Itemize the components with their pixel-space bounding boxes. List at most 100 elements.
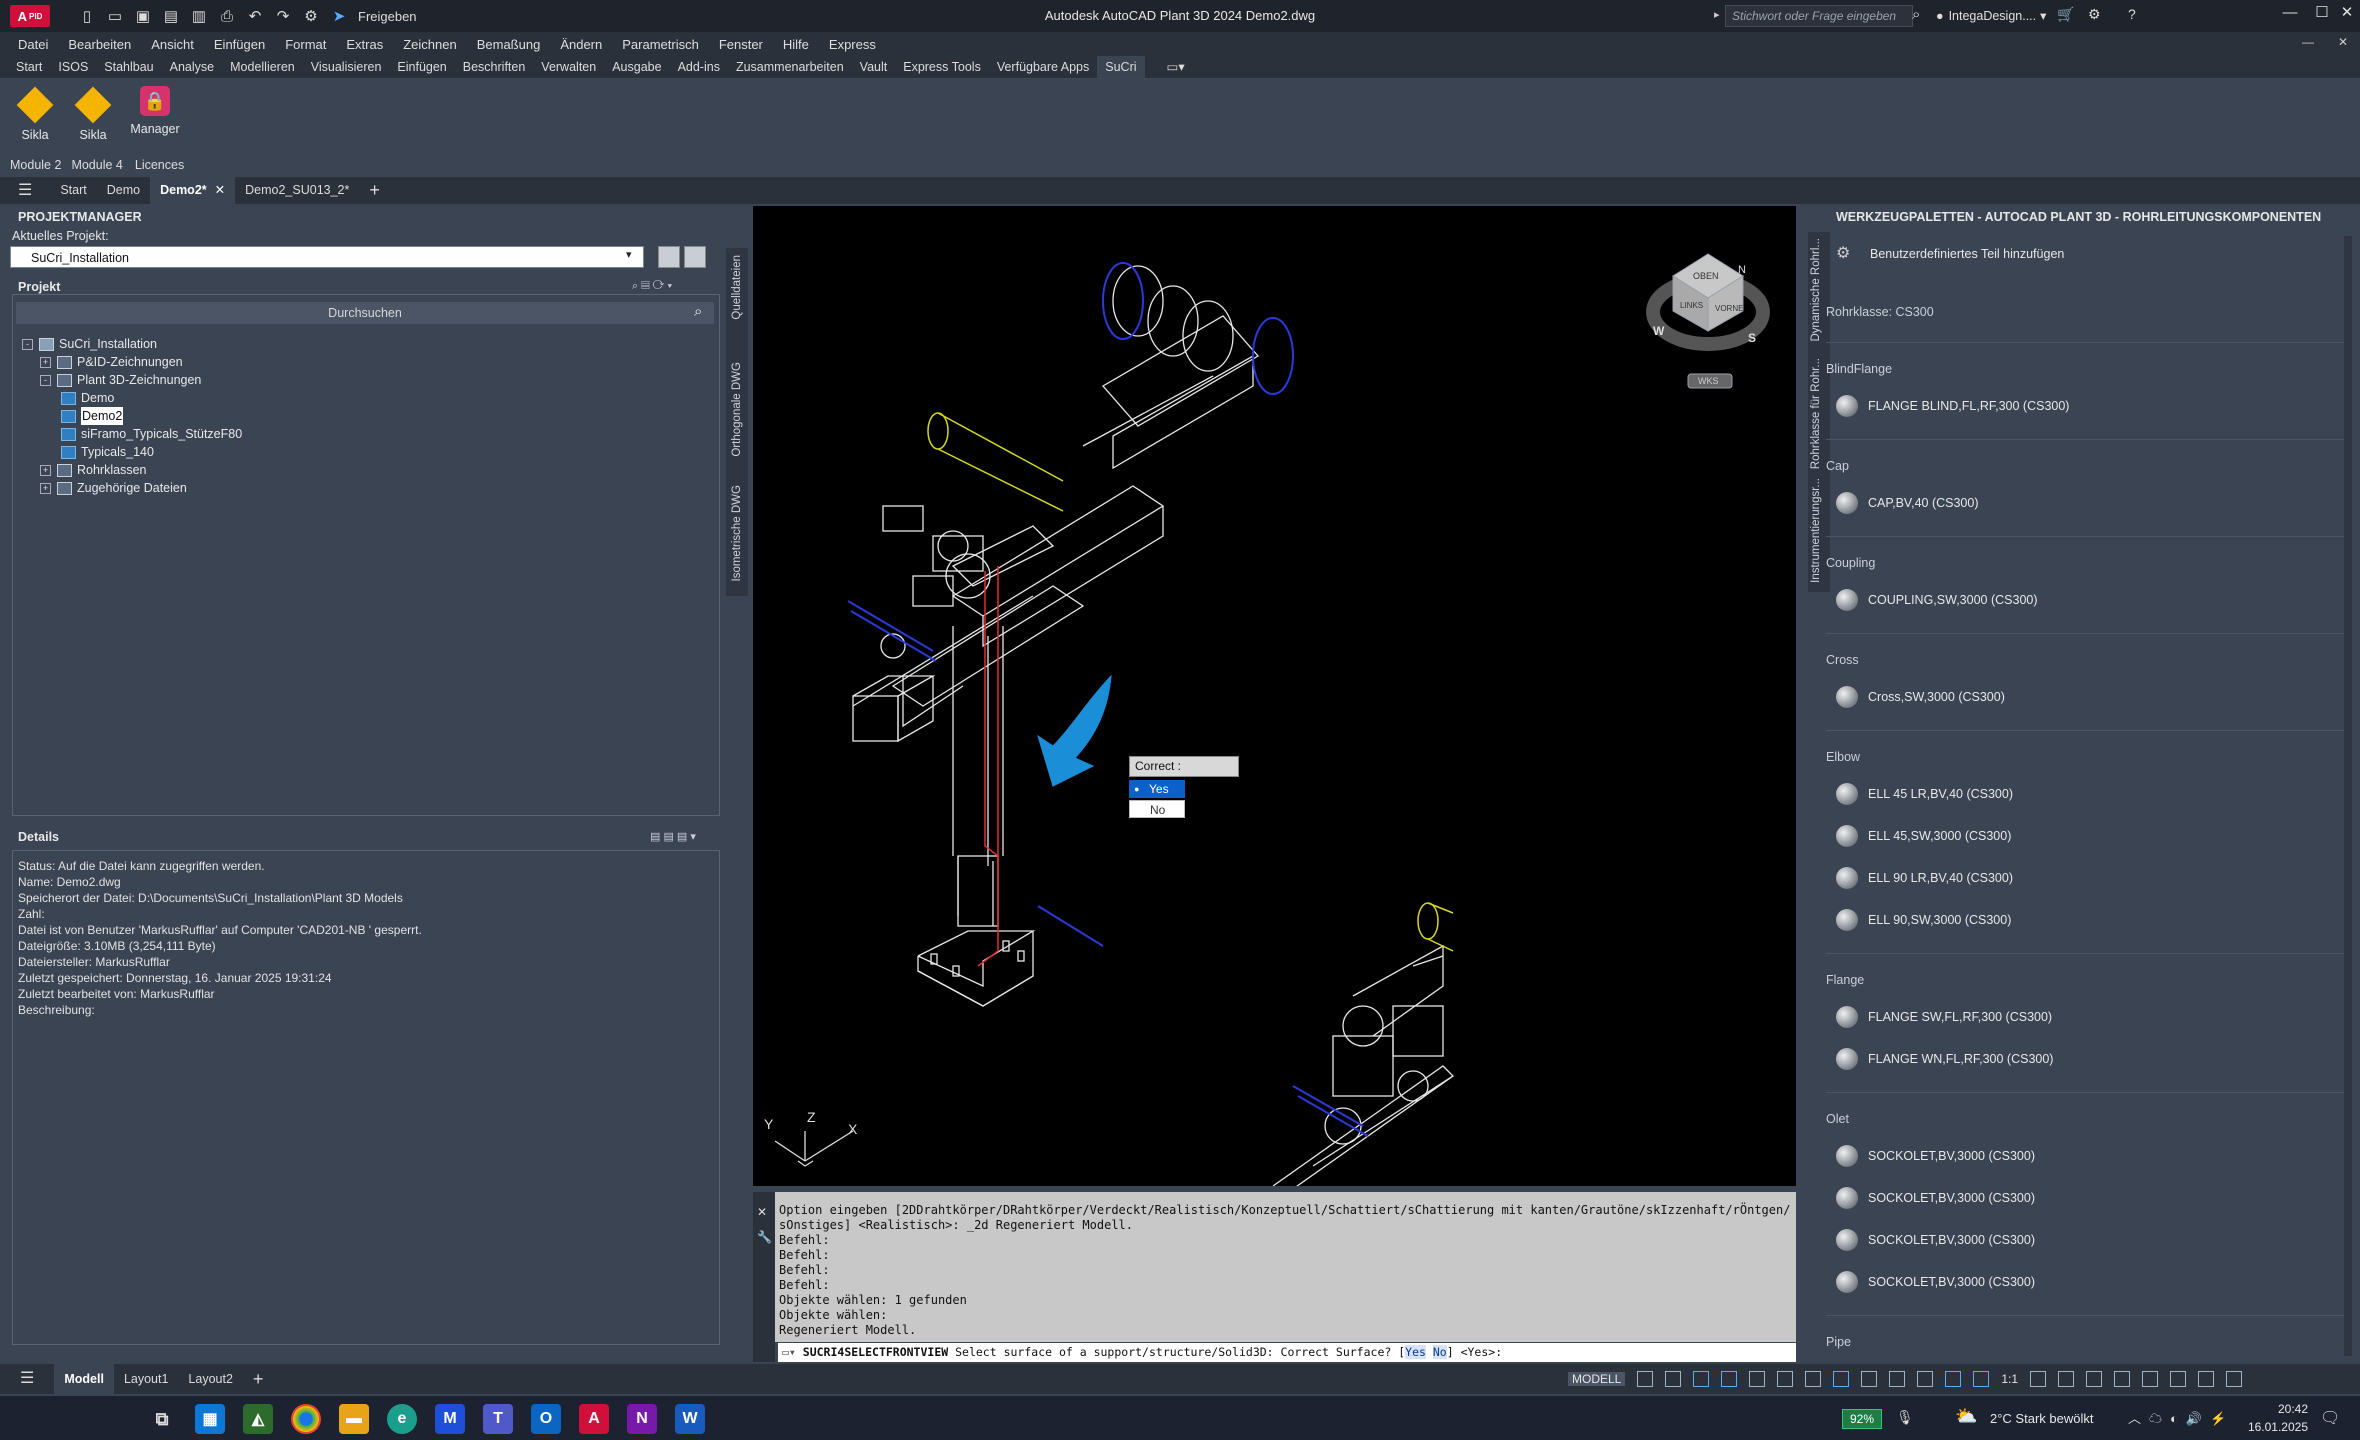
menu-bearbeiten[interactable]: Bearbeiten [64,37,135,52]
palette-item[interactable]: Cross,SW,3000 (CS300) [1836,684,2005,710]
palette-item[interactable]: SOCKOLET,BV,3000 (CS300) [1836,1269,2035,1295]
menu-parametrisch[interactable]: Parametrisch [618,37,703,52]
palette-item[interactable]: CAP,BV,40 (CS300) [1836,490,1979,516]
file-tab-demo2-su013[interactable]: Demo2_SU013_2* [235,177,359,204]
menu-hilfe[interactable]: Hilfe [779,37,813,52]
menu-zeichnen[interactable]: Zeichnen [399,37,460,52]
new-icon[interactable]: ▯ [78,7,96,25]
battery-indicator[interactable]: 92% [1842,1409,1882,1429]
menu-extras[interactable]: Extras [342,37,387,52]
redo-icon[interactable]: ↷ [274,7,292,25]
current-project-select[interactable]: SuCri_Installation [10,246,644,268]
outlook-icon[interactable]: O [531,1404,561,1434]
menu-express[interactable]: Express [825,37,880,52]
tab-modellieren[interactable]: Modellieren [222,56,303,78]
palette-tab-dynamische-rohrl[interactable]: Dynamische Rohrl... [1810,238,1822,342]
tab-express-tools[interactable]: Express Tools [895,56,989,78]
tab-layout2[interactable]: Layout2 [178,1364,242,1394]
viewcube-left[interactable]: LINKS [1680,301,1703,310]
tab-vault[interactable]: Vault [852,56,896,78]
tree-item[interactable]: Typicals_140 [58,443,154,461]
clock-date[interactable]: 16.01.2025 [2240,1420,2308,1434]
tab-start[interactable]: Start [8,56,50,78]
tab-einfuegen[interactable]: Einfügen [389,56,454,78]
close-tab-icon[interactable]: ✕ [215,183,225,197]
exchange-icon[interactable]: ⚙ [2088,6,2101,23]
close-button[interactable]: ✕ [2327,0,2360,24]
menu-datei[interactable]: Datei [14,37,52,52]
3d-osnap-icon[interactable] [1945,1371,1962,1387]
side-tab-isometrische-dwg[interactable]: Isometrische DWG [731,485,743,582]
layout-menu-icon[interactable]: ☰ [0,1364,54,1394]
help-icon[interactable]: ? [2128,6,2136,22]
tab-verfuegbare-apps[interactable]: Verfügbare Apps [989,56,1097,78]
close-icon[interactable]: ✕ [757,1205,767,1219]
chevron-down-icon[interactable]: ▾ [626,248,632,261]
polar-icon[interactable] [1749,1371,1766,1387]
details-tools-icon[interactable]: ▤ ▤ ▤ ▾ [650,830,696,843]
palette-item[interactable]: ELL 45 LR,BV,40 (CS300) [1836,781,2013,807]
tab-analyse[interactable]: Analyse [162,56,222,78]
prompt-option-no[interactable]: No [1432,1345,1447,1359]
tab-zusammenarbeiten[interactable]: Zusammenarbeiten [728,56,852,78]
add-custom-part-button[interactable]: ⚙ Benutzerdefiniertes Teil hinzufügen [1836,241,2064,267]
save-as-icon[interactable]: ▤ [162,7,180,25]
model-space-toggle[interactable]: MODELL [1568,1372,1626,1386]
save-icon[interactable]: ▣ [134,7,152,25]
menu-aendern[interactable]: Ändern [556,37,606,52]
workspace-switch-icon[interactable] [2030,1371,2047,1387]
viewcube-top[interactable]: OBEN [1693,271,1719,281]
tree-item[interactable]: - Plant 3D-Zeichnungen [40,371,201,389]
menu-format[interactable]: Format [281,37,330,52]
explorer-icon[interactable]: ▬ [339,1404,369,1434]
isodraft-icon[interactable] [1777,1371,1794,1387]
cart-icon[interactable]: 🛒 [2057,6,2074,23]
project-setup-icon[interactable] [684,246,706,268]
selection-cycling-icon[interactable] [1917,1371,1934,1387]
popup-option-no[interactable]: No [1129,800,1185,818]
ribbon-options-icon[interactable]: ▭▾ [1159,56,1193,78]
sikla-module4-button[interactable]: Sikla [64,82,122,142]
lineweight-icon[interactable] [1861,1371,1878,1387]
weather-text[interactable]: 2°C Stark bewölkt [1990,1411,2093,1426]
object-snap-track-icon[interactable] [1805,1371,1822,1387]
annotation-monitor-icon[interactable] [2058,1371,2075,1387]
side-tab-quelldateien[interactable]: Quelldateien [731,255,743,320]
menu-fenster[interactable]: Fenster [715,37,767,52]
tree-item[interactable]: - SuCri_Installation [22,335,157,353]
clean-screen-icon[interactable] [2198,1371,2215,1387]
doc-minimize-button[interactable]: — [2302,35,2314,49]
doc-close-button[interactable]: ✕ [2338,35,2348,49]
print-project-icon[interactable] [658,246,680,268]
collapse-icon[interactable]: - [40,374,51,386]
palette-item[interactable]: SOCKOLET,BV,3000 (CS300) [1836,1143,2035,1169]
palette-item[interactable]: FLANGE WN,FL,RF,300 (CS300) [1836,1046,2053,1072]
palette-item[interactable]: FLANGE SW,FL,RF,300 (CS300) [1836,1004,2052,1030]
command-input[interactable]: ▭▾ SUCRI4SELECTFRONTVIEW Select surface … [778,1343,1796,1362]
palette-scrollbar[interactable] [2344,236,2352,1356]
hardware-acceleration-icon[interactable] [2170,1371,2187,1387]
tree-item[interactable]: + Zugehörige Dateien [40,479,187,497]
print-icon[interactable]: ⎙ [218,7,236,25]
menu-bemassung[interactable]: Bemaßung [473,37,545,52]
tab-add-ins[interactable]: Add-ins [670,56,728,78]
infer-icon[interactable] [1693,1371,1710,1387]
tab-verwalten[interactable]: Verwalten [533,56,604,78]
side-tab-orthogonale-dwg[interactable]: Orthogonale DWG [731,362,743,457]
snap-icon[interactable] [1665,1371,1682,1387]
ortho-icon[interactable] [1721,1371,1738,1387]
tree-item[interactable]: Demo [58,389,114,407]
publish-icon[interactable]: ▥ [190,7,208,25]
store-icon[interactable]: ▦ [195,1404,225,1434]
project-tools-icon[interactable]: ⌕ ▤ ⟳ ▾ [632,280,672,293]
word-icon[interactable]: W [675,1404,705,1434]
palette-item[interactable]: ELL 90 LR,BV,40 (CS300) [1836,865,2013,891]
share-icon[interactable]: ➤ [330,7,348,25]
palette-item[interactable]: ELL 90,SW,3000 (CS300) [1836,907,2011,933]
drawing-viewport[interactable]: OBEN LINKS VORNE N W S WKS Y Z X [753,206,1796,1186]
search-icon[interactable]: ⌕ [1912,6,1920,23]
notifications-icon[interactable]: 🗨 [2320,1408,2340,1428]
annotation-scale[interactable]: 1:1 [2001,1372,2018,1386]
chrome-icon[interactable] [291,1404,321,1434]
viewcube-front[interactable]: VORNE [1715,304,1743,313]
